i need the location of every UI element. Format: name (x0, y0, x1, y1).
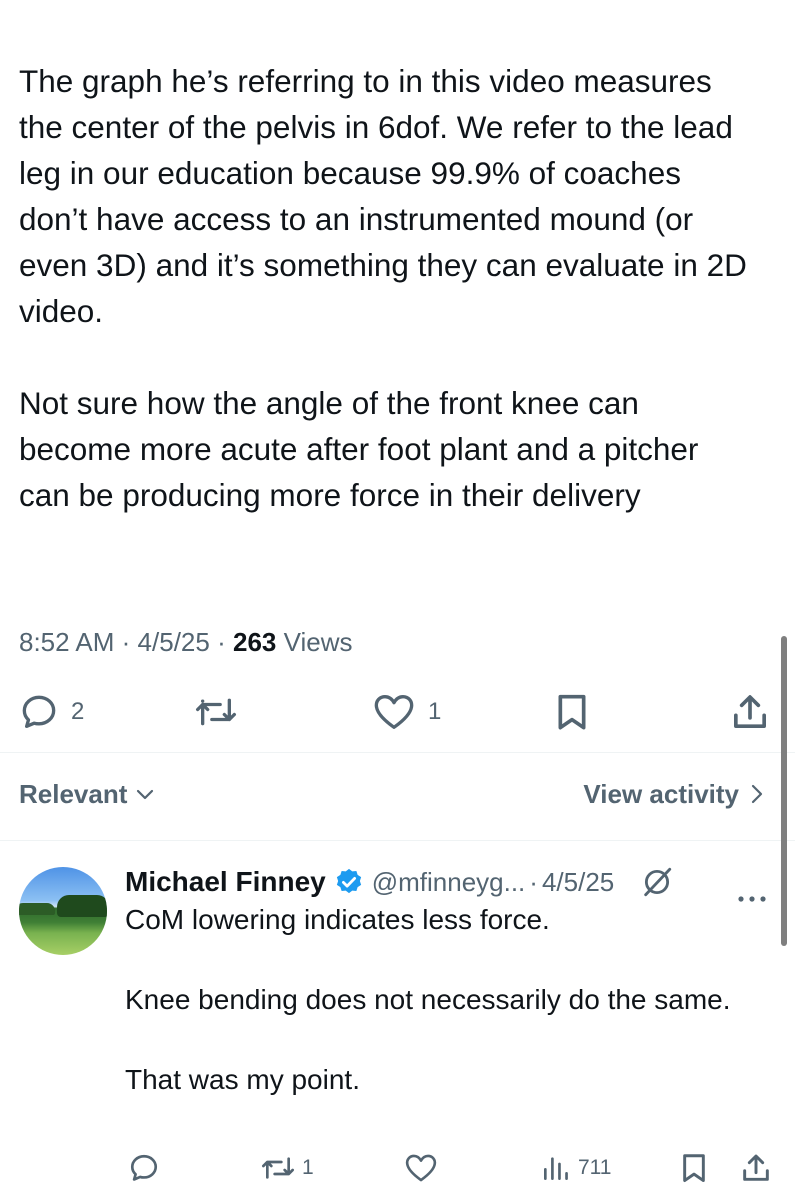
verified-badge-icon (336, 868, 361, 894)
like-button[interactable]: 1 (372, 688, 441, 736)
share-button[interactable] (730, 688, 770, 736)
reply-reply-button[interactable] (128, 1148, 166, 1188)
author-name[interactable]: Michael Finney (125, 866, 326, 898)
reply-button[interactable]: 2 (19, 688, 84, 736)
reply-paragraph: That was my point. (125, 1064, 360, 1095)
repost-arrows-icon (196, 698, 236, 726)
reply-like-button[interactable] (404, 1148, 444, 1188)
sort-label: Relevant (19, 778, 128, 809)
repost-button[interactable] (194, 688, 250, 736)
reply-repost-count: 1 (302, 1156, 314, 1179)
meta-separator: · (217, 627, 226, 657)
bookmark-button[interactable] (552, 688, 592, 736)
like-count: 1 (428, 698, 442, 725)
view-activity-label: View activity (583, 778, 739, 809)
tweet-paragraph: Not sure how the angle of the front knee… (19, 385, 699, 513)
reply-bookmark-button[interactable] (678, 1148, 710, 1188)
reply-views-count: 711 (578, 1156, 612, 1179)
tweet-action-bar: 2 1 (0, 688, 795, 736)
heart-icon (405, 1154, 437, 1182)
avatar-image-detail (19, 903, 55, 915)
reply-paragraph: CoM lowering indicates less force. (125, 904, 550, 935)
share-upload-icon (734, 695, 766, 728)
views-count[interactable]: 263 (233, 627, 276, 657)
reply-views-button[interactable]: 711 (540, 1148, 611, 1188)
repost-arrows-icon (262, 1157, 294, 1179)
author-handle[interactable]: @mfinneyg... (372, 867, 526, 898)
header-separator: · (529, 866, 538, 897)
tweet-meta: 8:52 AM · 4/5/25 · 263 Views (19, 622, 353, 662)
reply-action-bar: 1 711 (0, 1148, 795, 1188)
chevron-down-icon (137, 789, 154, 800)
tweet-time[interactable]: 8:52 AM (19, 627, 114, 657)
reply-bubble-icon (22, 695, 56, 728)
tweet-text: The graph he’s referring to in this vide… (19, 58, 749, 518)
chevron-right-icon (751, 784, 763, 804)
view-activity-link[interactable]: View activity (583, 770, 767, 818)
reply-filter-bar: Relevant View activity (0, 770, 795, 818)
reply-text: CoM lowering indicates less force. Knee … (125, 900, 745, 1100)
bookmark-icon (683, 1154, 705, 1182)
sort-dropdown[interactable]: Relevant (19, 770, 155, 818)
reply-count: 2 (71, 698, 85, 725)
share-upload-icon (743, 1154, 769, 1181)
reply-repost-button[interactable]: 1 (260, 1148, 314, 1188)
reply-paragraph: Knee bending does not necessarily do the… (125, 984, 731, 1015)
reply-header: Michael Finney @mfinneyg... · 4/5/25 (125, 860, 785, 904)
heart-icon (374, 695, 414, 729)
reply-date[interactable]: 4/5/25 (542, 867, 614, 898)
divider (0, 752, 795, 753)
tweet-date[interactable]: 4/5/25 (138, 627, 210, 657)
reply-tweet[interactable]: Michael Finney @mfinneyg... · 4/5/25 CoM… (0, 842, 795, 1200)
grok-icon[interactable] (640, 865, 674, 899)
reply-bubble-icon (130, 1154, 158, 1181)
reply-share-button[interactable] (740, 1148, 772, 1188)
bar-chart-icon (544, 1157, 568, 1180)
divider (0, 840, 795, 841)
views-label[interactable]: Views (284, 627, 353, 657)
avatar-image (57, 895, 107, 917)
meta-separator: · (121, 627, 131, 657)
avatar[interactable] (19, 867, 107, 955)
bookmark-icon (558, 694, 586, 730)
tweet-paragraph: The graph he’s referring to in this vide… (19, 63, 747, 329)
